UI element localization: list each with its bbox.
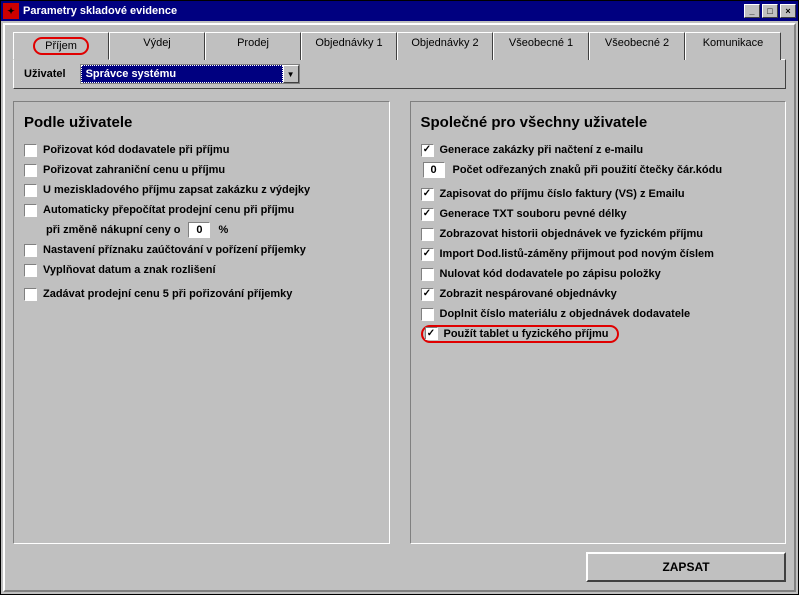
dropdown-icon[interactable]: ▼	[283, 65, 299, 83]
user-select-value: Správce systému	[81, 65, 283, 83]
input-pocet-znaku[interactable]: 0	[423, 162, 445, 178]
checkbox-icon[interactable]	[421, 228, 434, 241]
checkbox-icon[interactable]	[24, 144, 37, 157]
tab-vseobecne-2[interactable]: Všeobecné 2	[589, 32, 685, 60]
window-body: Příjem Výdej Prodej Objednávky 1 Objedná…	[3, 23, 796, 592]
input-zmena-ceny-pct[interactable]: 0	[188, 222, 210, 238]
checkbox-icon[interactable]	[24, 184, 37, 197]
window-title: Parametry skladové evidence	[23, 5, 742, 17]
panel-all-users: Společné pro všechny uživatele Generace …	[410, 101, 787, 544]
app-icon: ✦	[3, 3, 19, 19]
tab-vseobecne-1[interactable]: Všeobecné 1	[493, 32, 589, 60]
panel-per-user-title: Podle uživatele	[24, 114, 379, 131]
save-button[interactable]: ZAPSAT	[586, 552, 786, 582]
maximize-button[interactable]: □	[762, 4, 778, 18]
window: ✦ Parametry skladové evidence _ □ × Příj…	[0, 0, 799, 595]
panel-per-user: Podle uživatele Pořizovat kód dodavatele…	[13, 101, 390, 544]
chk-tablet-fyzicky-prijem[interactable]: Použít tablet u fyzického příjmu	[421, 325, 776, 343]
highlight-oval: Použít tablet u fyzického příjmu	[421, 325, 619, 343]
checkbox-icon[interactable]	[421, 288, 434, 301]
chk-nulovat-kod[interactable]: Nulovat kód dodavatele po zápisu položky	[421, 265, 776, 283]
row-zmena-ceny-pct: při změně nákupní ceny o 0 %	[24, 221, 379, 239]
checkbox-icon[interactable]	[24, 244, 37, 257]
checkbox-icon[interactable]	[421, 248, 434, 261]
chk-doplnit-cislo-mat[interactable]: Doplnit číslo materiálu z objednávek dod…	[421, 305, 776, 323]
tab-prijem[interactable]: Příjem	[13, 32, 109, 60]
user-bar: Uživatel Správce systému ▼	[13, 59, 786, 89]
close-button[interactable]: ×	[780, 4, 796, 18]
minimize-button[interactable]: _	[744, 4, 760, 18]
checkbox-icon[interactable]	[421, 268, 434, 281]
tab-komunikace[interactable]: Komunikace	[685, 32, 781, 60]
chk-historie-objednavek[interactable]: Zobrazovat historii objednávek ve fyzick…	[421, 225, 776, 243]
checkbox-icon[interactable]	[421, 144, 434, 157]
tab-strip: Příjem Výdej Prodej Objednávky 1 Objedná…	[13, 31, 786, 59]
checkbox-icon[interactable]	[421, 308, 434, 321]
chk-zapisovat-fakturu[interactable]: Zapisovat do příjmu číslo faktury (VS) z…	[421, 185, 776, 203]
footer: ZAPSAT	[13, 544, 786, 582]
tab-objednavky-1[interactable]: Objednávky 1	[301, 32, 397, 60]
checkbox-icon[interactable]	[24, 264, 37, 277]
chk-mezisklad-zakazku[interactable]: U meziskladového příjmu zapsat zakázku z…	[24, 181, 379, 199]
checkbox-icon[interactable]	[421, 188, 434, 201]
tab-objednavky-2[interactable]: Objednávky 2	[397, 32, 493, 60]
chk-nesparovane-obj[interactable]: Zobrazit nespárované objednávky	[421, 285, 776, 303]
tab-vydej[interactable]: Výdej	[109, 32, 205, 60]
checkbox-icon[interactable]	[24, 204, 37, 217]
chk-import-dodlist[interactable]: Import Dod.listů-záměny přijmout pod nov…	[421, 245, 776, 263]
checkbox-icon[interactable]	[24, 164, 37, 177]
checkbox-icon[interactable]	[24, 288, 37, 301]
user-select[interactable]: Správce systému ▼	[80, 64, 300, 84]
chk-priznak-zauctoavni[interactable]: Nastavení příznaku zaúčtování v pořízení…	[24, 241, 379, 259]
columns: Podle uživatele Pořizovat kód dodavatele…	[13, 101, 786, 544]
checkbox-icon[interactable]	[421, 208, 434, 221]
tab-prodej[interactable]: Prodej	[205, 32, 301, 60]
row-pocet-znaku: 0 Počet odřezaných znaků při použití čte…	[421, 161, 776, 179]
chk-datum-znak[interactable]: Vyplňovat datum a znak rozlišení	[24, 261, 379, 279]
chk-prodejni-cena-5[interactable]: Zadávat prodejní cenu 5 při pořizování p…	[24, 285, 379, 303]
chk-prepocitat-cenu[interactable]: Automaticky přepočítat prodejní cenu při…	[24, 201, 379, 219]
chk-kod-dodavatele[interactable]: Pořizovat kód dodavatele při příjmu	[24, 141, 379, 159]
panel-all-users-title: Společné pro všechny uživatele	[421, 114, 776, 131]
chk-generace-txt[interactable]: Generace TXT souboru pevné délky	[421, 205, 776, 223]
checkbox-icon[interactable]	[425, 327, 438, 340]
titlebar: ✦ Parametry skladové evidence _ □ ×	[1, 1, 798, 21]
chk-zahranicni-cenu[interactable]: Pořizovat zahraniční cenu u příjmu	[24, 161, 379, 179]
chk-generace-zakazky[interactable]: Generace zakázky při načtení z e-mailu	[421, 141, 776, 159]
user-label: Uživatel	[24, 68, 66, 80]
